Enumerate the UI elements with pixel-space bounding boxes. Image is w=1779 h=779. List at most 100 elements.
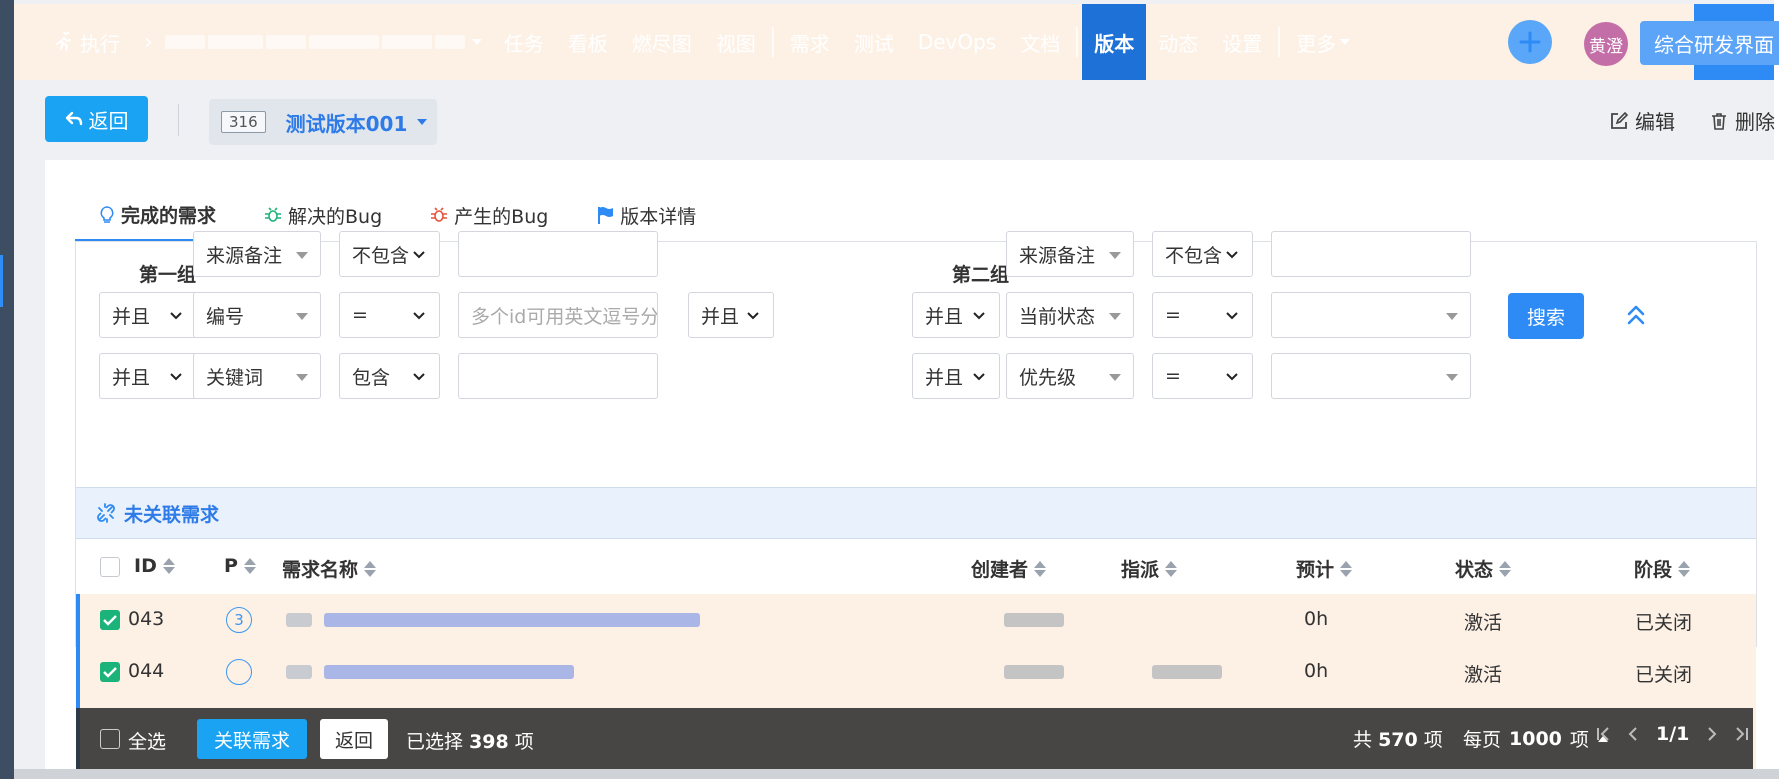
story-name-blurred[interactable] xyxy=(324,665,574,679)
row-status: 激活 xyxy=(1464,612,1503,634)
group2-operator-3[interactable]: = xyxy=(1152,353,1253,399)
group1-field-2[interactable]: 编号 xyxy=(193,292,321,338)
page-size-selector[interactable]: 每页 1000 项 xyxy=(1463,725,1609,752)
collapse-icon[interactable] xyxy=(1625,303,1647,327)
switch-interface-button[interactable]: 综合研发界面 xyxy=(1640,21,1779,65)
execution-name-blurred[interactable] xyxy=(164,35,482,49)
total-count: 共 570 项 xyxy=(1353,725,1443,752)
col-status[interactable]: 状态 xyxy=(1455,555,1512,582)
horizontal-scrollbar[interactable] xyxy=(14,769,1779,779)
col-id[interactable]: ID xyxy=(134,555,175,577)
nav-build[interactable]: 版本 xyxy=(1082,4,1147,80)
total-prefix: 共 xyxy=(1353,729,1373,751)
row-estimate: 0h xyxy=(1304,608,1329,630)
col-estimate[interactable]: 预计 xyxy=(1296,555,1353,582)
select-value: 关键词 xyxy=(206,366,264,389)
chevron-down-icon xyxy=(1226,312,1238,320)
plus-icon xyxy=(1519,31,1541,53)
select-value: 并且 xyxy=(112,305,151,328)
chevron-down-icon xyxy=(413,312,425,320)
nav-test[interactable]: 测试 xyxy=(842,4,906,80)
keyword-input[interactable] xyxy=(458,353,658,399)
chevron-down-icon xyxy=(471,39,482,45)
build-selector[interactable]: 316 测试版本001 xyxy=(209,99,437,145)
sort-icon xyxy=(1678,560,1691,577)
next-page-icon[interactable] xyxy=(1707,726,1717,742)
priority-value-select[interactable] xyxy=(1271,353,1471,399)
delete-button[interactable]: 删除 xyxy=(1709,106,1775,135)
group2-andor-2[interactable]: 并且 xyxy=(912,292,1000,338)
group2-field-2[interactable]: 当前状态 xyxy=(1006,292,1134,338)
col-creator[interactable]: 创建者 xyxy=(971,555,1047,582)
bar-back-button[interactable]: 返回 xyxy=(320,719,388,759)
top-navbar: 执行 › 任务 看板 燃尽图 视图 需求 测试 DevOps 文档 版本 动态 … xyxy=(14,4,1779,80)
trash-icon xyxy=(1712,112,1726,130)
search-button[interactable]: 搜索 xyxy=(1508,293,1584,339)
group1-operator-2[interactable]: = xyxy=(339,292,440,338)
nav-dynamic[interactable]: 动态 xyxy=(1146,4,1210,80)
link-stories-button[interactable]: 关联需求 xyxy=(197,719,307,759)
group2-andor-3[interactable]: 并且 xyxy=(912,353,1000,399)
run-icon xyxy=(56,32,71,51)
select-value: 不包含 xyxy=(1165,244,1223,267)
col-name[interactable]: 需求名称 xyxy=(282,555,377,582)
id-list-input[interactable]: 多个id可用英文逗号分隔 xyxy=(458,292,658,338)
group1-operator-3[interactable]: 包含 xyxy=(339,353,440,399)
pager: 1/1 xyxy=(1596,723,1749,745)
nav-doc[interactable]: 文档 xyxy=(1008,4,1072,80)
row-stage: 已关闭 xyxy=(1635,612,1693,634)
select-all-label[interactable]: 全选 xyxy=(128,727,166,754)
nav-exec[interactable]: 执行 xyxy=(14,4,132,80)
story-name-blurred[interactable] xyxy=(324,613,700,627)
nav-kanban[interactable]: 看板 xyxy=(556,4,620,80)
nav-task[interactable]: 任务 xyxy=(492,4,556,80)
quick-create-button[interactable] xyxy=(1508,20,1552,64)
check-icon xyxy=(103,667,117,678)
table-row[interactable]: 044 0h 激活 已关闭 xyxy=(76,646,1756,698)
col-assigned[interactable]: 指派 xyxy=(1121,555,1178,582)
select-value: 并且 xyxy=(112,366,151,389)
nav-burndown[interactable]: 燃尽图 xyxy=(620,4,704,80)
col-priority[interactable]: P xyxy=(224,555,256,577)
row-status: 激活 xyxy=(1464,664,1503,686)
row-checkbox[interactable] xyxy=(100,662,120,682)
group-combinator[interactable]: 并且 xyxy=(688,292,774,338)
table-row[interactable]: 043 3 0h 激活 已关闭 xyxy=(76,594,1756,646)
edit-button[interactable]: 编辑 xyxy=(1609,106,1675,135)
nav-divider xyxy=(1076,27,1079,57)
select-value: = xyxy=(1165,304,1181,326)
group2-value-1[interactable] xyxy=(1271,231,1471,277)
prev-page-icon[interactable] xyxy=(1628,726,1638,742)
row-checkbox[interactable] xyxy=(100,610,120,630)
back-button[interactable]: 返回 xyxy=(45,96,148,142)
select-all-checkbox[interactable] xyxy=(100,729,120,749)
chevron-down-icon xyxy=(170,312,182,320)
nav-view[interactable]: 视图 xyxy=(704,4,768,80)
dropdown-icon xyxy=(296,252,308,259)
group1-andor-3[interactable]: 并且 xyxy=(99,353,197,399)
select-value: 优先级 xyxy=(1019,366,1077,389)
group1-field-3[interactable]: 关键词 xyxy=(193,353,321,399)
group1-andor-2[interactable]: 并且 xyxy=(99,292,197,338)
unlinked-stories-header: 未关联需求 xyxy=(76,487,1756,539)
first-page-icon[interactable] xyxy=(1596,726,1610,742)
select-all-checkbox-header[interactable] xyxy=(100,557,120,577)
breadcrumb-chevron-icon: › xyxy=(144,29,153,55)
status-value-select[interactable] xyxy=(1271,292,1471,338)
last-page-icon[interactable] xyxy=(1735,726,1749,742)
group2-field-3[interactable]: 优先级 xyxy=(1006,353,1134,399)
nav-settings[interactable]: 设置 xyxy=(1210,4,1274,80)
group1-field-1[interactable]: 来源备注 xyxy=(193,231,321,277)
group2-operator-1[interactable]: 不包含 xyxy=(1152,231,1253,277)
group2-field-1[interactable]: 来源备注 xyxy=(1006,231,1134,277)
nav-story[interactable]: 需求 xyxy=(778,4,842,80)
nav-devops[interactable]: DevOps xyxy=(906,4,1008,80)
group1-value-1[interactable] xyxy=(458,231,658,277)
story-name-blurred xyxy=(286,613,312,627)
col-stage[interactable]: 阶段 xyxy=(1634,555,1691,582)
group1-operator-1[interactable]: 不包含 xyxy=(339,231,440,277)
user-avatar[interactable]: 黄澄 xyxy=(1584,22,1628,66)
select-value: 当前状态 xyxy=(1019,305,1096,328)
nav-more[interactable]: 更多 xyxy=(1284,4,1362,80)
group2-operator-2[interactable]: = xyxy=(1152,292,1253,338)
